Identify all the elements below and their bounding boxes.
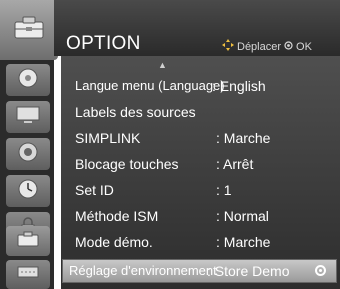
- menu-item-value: : Store Demo: [207, 263, 290, 279]
- menu-item-language[interactable]: Langue menu (Language) : English: [61, 75, 337, 99]
- menu-item-label: Mode démo.: [75, 234, 153, 250]
- dpad-icon: [222, 39, 234, 54]
- category-tab-picture[interactable]: [6, 101, 50, 133]
- hint-ok-label: OK: [296, 40, 312, 53]
- page-title: OPTION: [66, 33, 141, 54]
- menu-item-value: : 1: [216, 182, 232, 198]
- menu-item-label: Labels des sources: [75, 104, 196, 120]
- input-icon: [16, 263, 40, 286]
- menu-item-label: Méthode ISM: [75, 208, 159, 224]
- option-tab-icon: [16, 230, 40, 253]
- menu-item-value: : English: [212, 78, 266, 94]
- menu-item-label: Blocage touches: [75, 156, 179, 172]
- scroll-up-arrow-icon[interactable]: ▲: [158, 60, 167, 70]
- menu-item-label: Langue menu (Language): [75, 78, 225, 93]
- category-tab-picture-setup[interactable]: [6, 64, 50, 96]
- menu-item-demo-mode[interactable]: Mode démo. : Marche: [61, 231, 337, 255]
- category-tab-audio[interactable]: [6, 138, 50, 170]
- tv-osd-menu: OPTION Déplacer OK ▲ Langue menu (Langua…: [0, 0, 340, 289]
- option-tab-icon: [12, 14, 46, 47]
- disc-icon: [17, 67, 39, 94]
- menu-item-value: : Normal: [216, 208, 269, 224]
- menu-item-set-id[interactable]: Set ID : 1: [61, 179, 337, 203]
- menu-item-simplink[interactable]: SIMPLINK : Marche: [61, 127, 337, 151]
- category-icon-column: [0, 0, 58, 289]
- ok-button-icon: [284, 40, 293, 53]
- menu-item-label: Set ID: [75, 182, 114, 198]
- navigation-hint: Déplacer OK: [222, 39, 312, 54]
- menu-item-key-lock[interactable]: Blocage touches : Arrêt: [61, 153, 337, 177]
- category-tab-input[interactable]: [6, 260, 50, 289]
- menu-item-label: SIMPLINK: [75, 130, 141, 146]
- category-tab-option[interactable]: [0, 0, 58, 60]
- clock-icon: [17, 178, 39, 205]
- hint-move-label: Déplacer: [237, 40, 282, 53]
- menu-item-value: : Marche: [216, 130, 271, 146]
- menu-item-value: : Marche: [216, 234, 271, 250]
- category-tab-option-active[interactable]: [6, 226, 50, 256]
- menu-item-mode-setting-selected[interactable]: Réglage d'environnement : Store Demo: [62, 259, 337, 283]
- menu-item-input-labels[interactable]: Labels des sources: [61, 101, 337, 125]
- monitor-icon: [15, 105, 41, 130]
- menu-item-value: : Arrêt: [216, 156, 254, 172]
- menu-item-label: Réglage d'environnement: [69, 263, 217, 278]
- ok-select-icon[interactable]: [315, 265, 326, 276]
- menu-item-ism-method[interactable]: Méthode ISM : Normal: [61, 205, 337, 229]
- speaker-icon: [17, 141, 39, 168]
- category-tab-time[interactable]: [6, 175, 50, 207]
